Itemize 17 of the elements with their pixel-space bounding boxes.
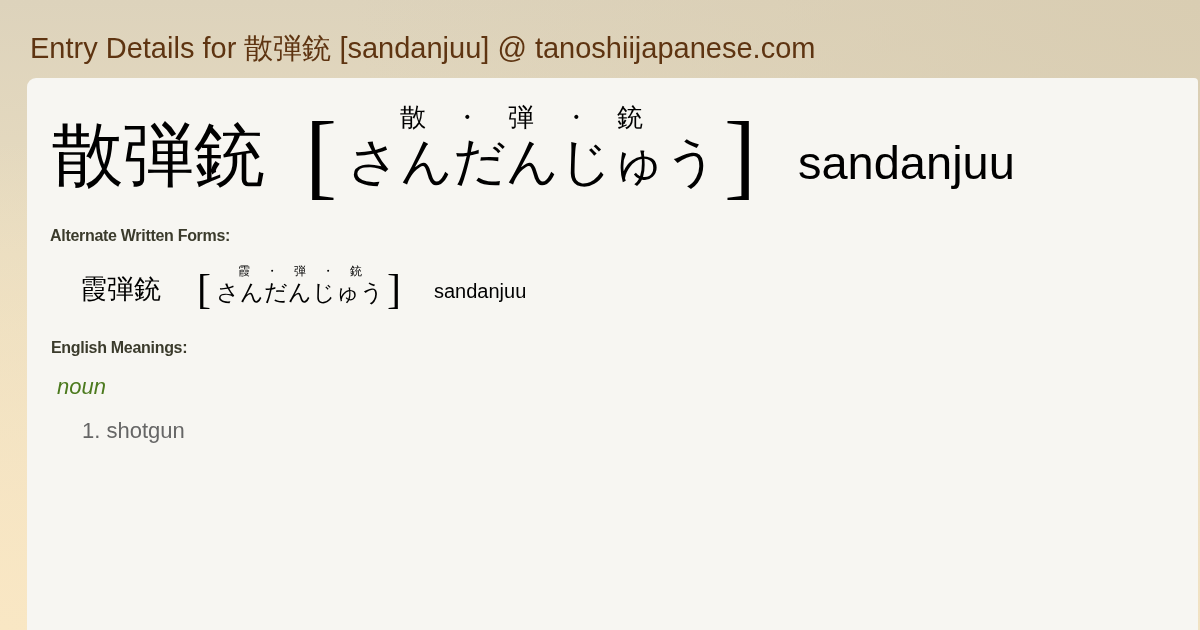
furigana-text: 散 ・ 弾 ・ 銃 [399,102,643,132]
meaning-text: 1. shotgun [82,418,185,444]
left-bracket: [ [197,268,211,310]
kana-reading: さんだんじゅう [346,132,718,190]
part-of-speech: noun [57,374,106,400]
kanji-word: 散弾銃 [52,115,265,195]
page-title: Entry Details for 散弾銃 [sandanjuu] @ tanoshiijapanese.com [30,31,816,65]
left-bracket: [ [305,107,337,203]
romaji-reading: sandanjuu [434,279,527,303]
right-bracket: ] [723,107,756,203]
furigana-text: 霞 ・ 弾 ・ 銃 [238,264,362,278]
section-heading: Alternate Written Forms: [50,226,231,246]
right-bracket: ] [387,268,401,310]
romaji-reading: sandanjuu [797,134,1015,190]
kana-reading: さんだんじゅう [216,278,384,306]
section-heading: English Meanings: [51,338,188,358]
kanji-word: 霞弾銃 [80,273,161,305]
